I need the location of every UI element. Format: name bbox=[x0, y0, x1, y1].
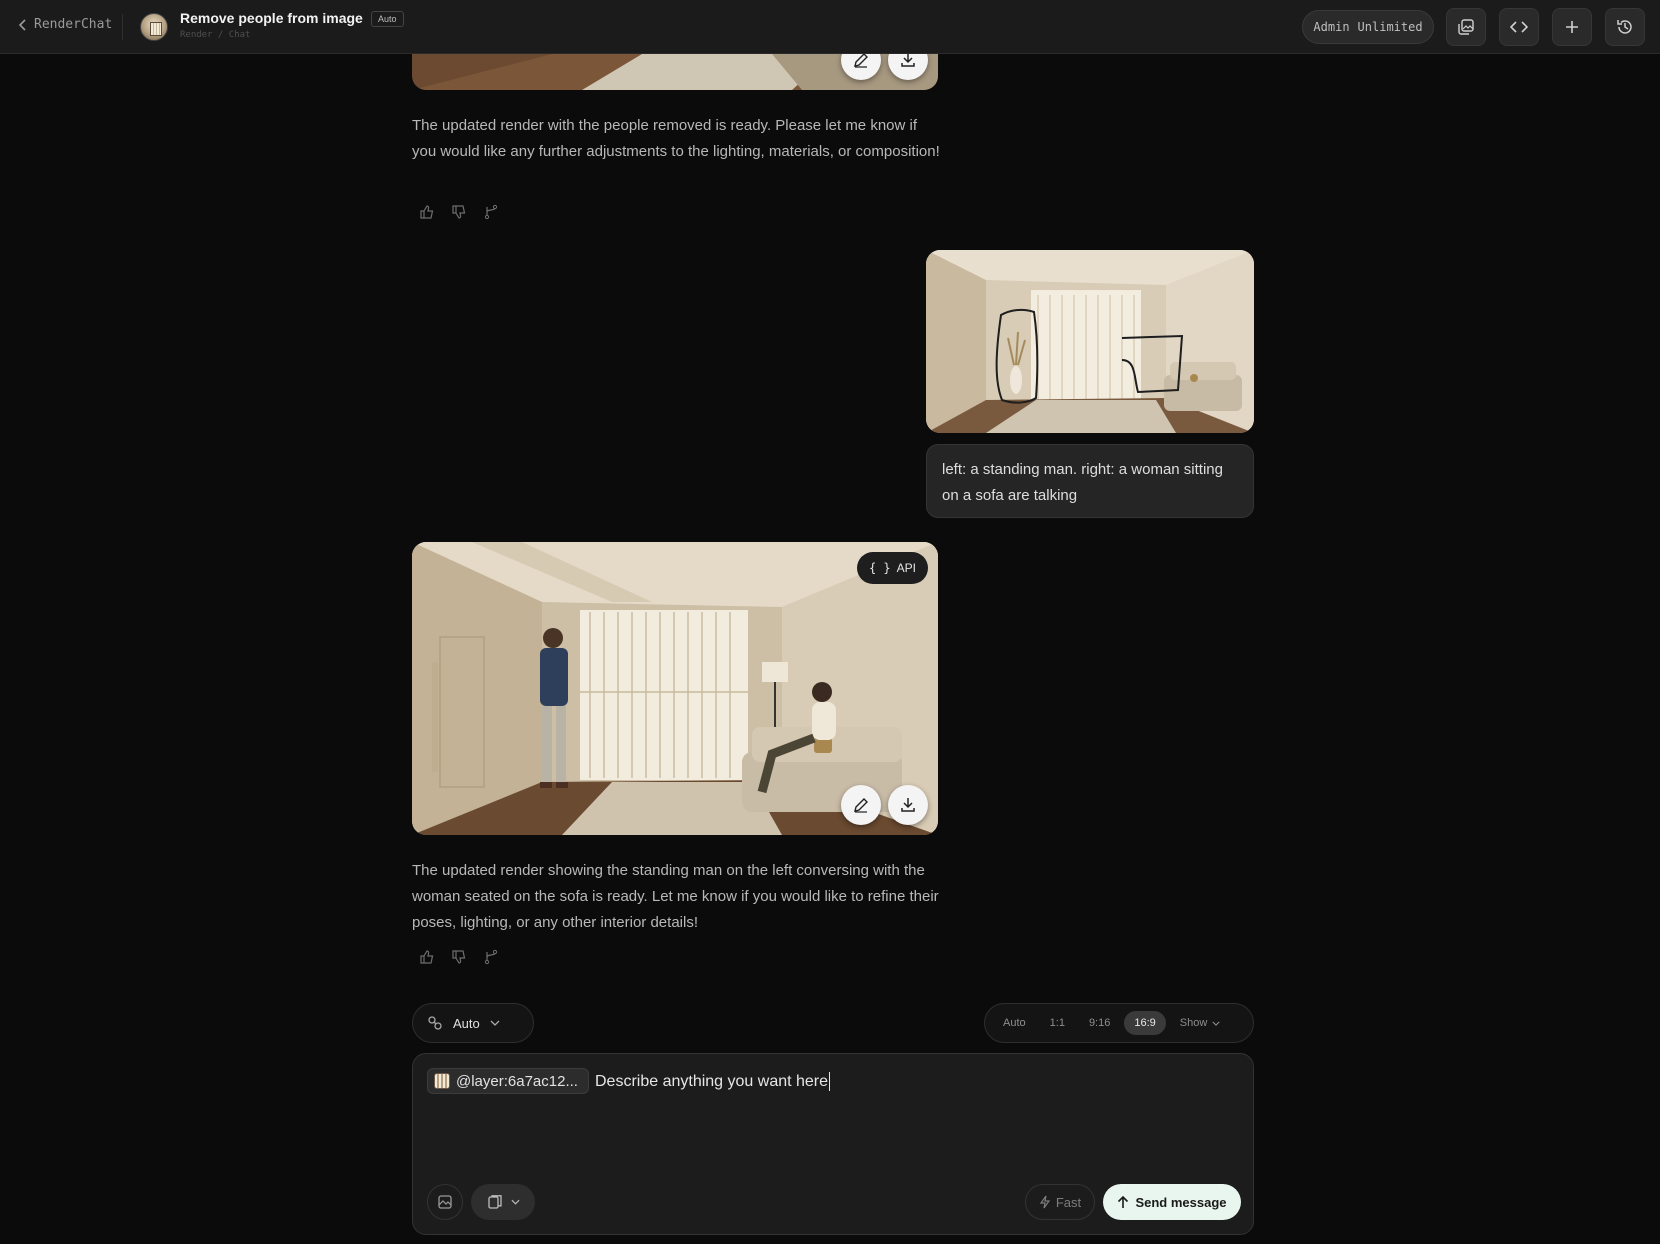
thumbs-down-icon[interactable] bbox=[450, 948, 468, 966]
message-input-value: Describe anything you want here bbox=[595, 1072, 829, 1090]
aspect-ratio-selector: Auto 1:1 9:16 16:9 Show bbox=[984, 1003, 1254, 1043]
image-icon bbox=[438, 1195, 452, 1209]
new-chat-button[interactable] bbox=[1552, 8, 1592, 46]
message-input[interactable]: Describe anything you want here bbox=[595, 1072, 831, 1091]
edit-image-button[interactable] bbox=[841, 785, 881, 825]
back-label: RenderChat bbox=[34, 17, 113, 32]
assistant-message-2: The updated render showing the standing … bbox=[412, 862, 939, 931]
arrow-up-icon bbox=[1118, 1195, 1129, 1208]
page-title: Remove people from image bbox=[180, 10, 363, 26]
user-sketch-image[interactable] bbox=[926, 250, 1254, 433]
message-composer[interactable]: @layer:6a7ac12... Describe anything you … bbox=[412, 1053, 1254, 1235]
plus-icon bbox=[1566, 21, 1578, 33]
download-icon bbox=[901, 798, 915, 812]
lightning-icon bbox=[1039, 1195, 1051, 1209]
send-message-button[interactable]: Send message bbox=[1103, 1184, 1241, 1220]
thumbs-down-icon[interactable] bbox=[450, 203, 468, 221]
fast-mode-button[interactable]: Fast bbox=[1025, 1184, 1095, 1220]
branch-icon[interactable] bbox=[482, 948, 500, 966]
show-label: Show bbox=[1179, 1017, 1208, 1029]
mode-badge: Auto bbox=[371, 11, 404, 27]
ratio-16-9[interactable]: 16:9 bbox=[1124, 1011, 1166, 1035]
thumbs-up-icon[interactable] bbox=[418, 948, 436, 966]
render-image-2[interactable]: { } API bbox=[412, 542, 938, 835]
thumbs-up-icon[interactable] bbox=[418, 203, 436, 221]
user-message-bubble: left: a standing man. right: a woman sit… bbox=[926, 444, 1254, 518]
api-label: API bbox=[896, 561, 916, 575]
feedback-bar-2 bbox=[418, 948, 500, 966]
admin-label: Admin bbox=[1313, 20, 1350, 34]
account-badge[interactable]: Admin Unlimited bbox=[1302, 10, 1434, 44]
layers-icon bbox=[487, 1195, 502, 1209]
project-thumbnail bbox=[140, 13, 168, 41]
breadcrumb: Render / Chat bbox=[180, 30, 251, 40]
ratio-1-1[interactable]: 1:1 bbox=[1040, 1011, 1075, 1035]
layer-options-button[interactable] bbox=[471, 1184, 535, 1220]
download-icon bbox=[901, 54, 915, 67]
history-button[interactable] bbox=[1605, 8, 1645, 46]
plan-label: Unlimited bbox=[1357, 20, 1423, 34]
braces-icon: { } bbox=[868, 561, 891, 575]
pencil-icon bbox=[854, 798, 868, 813]
chevron-down-icon bbox=[510, 1199, 520, 1205]
show-dropdown[interactable]: Show bbox=[1170, 1011, 1231, 1035]
chevron-down-icon bbox=[490, 1020, 500, 1026]
divider bbox=[122, 14, 123, 40]
assistant-message-1: The updated render with the people remov… bbox=[412, 117, 940, 160]
send-label: Send message bbox=[1135, 1194, 1227, 1210]
code-icon bbox=[1510, 21, 1528, 33]
layer-reference-chip[interactable]: @layer:6a7ac12... bbox=[427, 1068, 589, 1094]
layer-chip-label: @layer:6a7ac12... bbox=[456, 1072, 578, 1090]
branch-icon[interactable] bbox=[482, 203, 500, 221]
code-button[interactable] bbox=[1499, 8, 1539, 46]
history-icon bbox=[1617, 20, 1632, 34]
layer-thumbnail bbox=[434, 1073, 450, 1089]
api-button[interactable]: { } API bbox=[856, 552, 928, 584]
text-caret bbox=[829, 1072, 831, 1091]
model-select[interactable]: Auto bbox=[412, 1003, 534, 1043]
render-image-1[interactable] bbox=[412, 54, 938, 90]
back-button[interactable]: RenderChat bbox=[18, 17, 112, 32]
model-select-value: Auto bbox=[453, 1015, 480, 1031]
attach-image-button[interactable] bbox=[427, 1184, 463, 1220]
chevron-left-icon bbox=[18, 18, 26, 31]
model-icon bbox=[428, 1016, 442, 1030]
ratio-auto[interactable]: Auto bbox=[993, 1011, 1036, 1035]
pencil-icon bbox=[854, 54, 868, 68]
gallery-button[interactable] bbox=[1446, 8, 1486, 46]
top-bar: RenderChat Remove people from image Auto… bbox=[0, 0, 1660, 54]
chevron-down-icon bbox=[1212, 1021, 1220, 1026]
fast-label: Fast bbox=[1055, 1194, 1082, 1210]
images-icon bbox=[1458, 19, 1474, 35]
user-sketch-image-graphic bbox=[926, 250, 1254, 433]
download-image-button[interactable] bbox=[888, 785, 928, 825]
feedback-bar-1 bbox=[418, 203, 500, 221]
ratio-9-16[interactable]: 9:16 bbox=[1079, 1011, 1120, 1035]
